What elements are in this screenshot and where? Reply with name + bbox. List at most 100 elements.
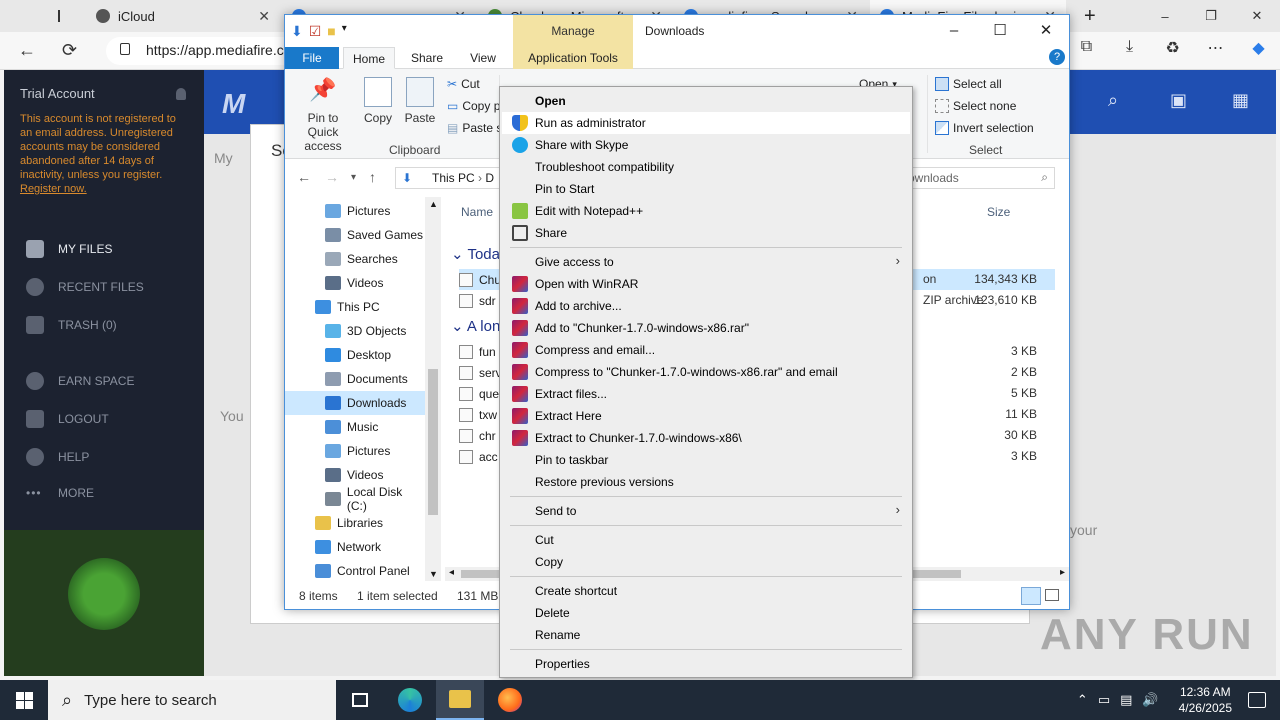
- task-view-icon[interactable]: [336, 680, 384, 720]
- up-arrow-icon[interactable]: ↑: [369, 169, 376, 185]
- start-button[interactable]: [0, 680, 48, 720]
- nav-item-videos[interactable]: Videos: [285, 271, 425, 295]
- nav-logout[interactable]: LOGOUT: [26, 410, 109, 428]
- address-bar[interactable]: https://app.mediafire.c: [106, 37, 306, 65]
- tab-close-icon[interactable]: ✕: [258, 8, 270, 25]
- menu-item-cut[interactable]: Cut: [502, 529, 910, 551]
- back-arrow-icon[interactable]: ←: [297, 169, 311, 185]
- tab-icloud[interactable]: iCloud ✕: [86, 0, 280, 32]
- menu-item-restore-previous-versions[interactable]: Restore previous versions: [502, 471, 910, 493]
- tab-actions-icon[interactable]: [48, 0, 70, 32]
- help-icon[interactable]: ?: [1049, 49, 1065, 65]
- menu-item-share[interactable]: Share: [502, 222, 910, 244]
- grid-view-icon[interactable]: ▦: [1232, 90, 1256, 114]
- forward-arrow-icon[interactable]: →: [325, 169, 339, 185]
- clock[interactable]: 12:36 AM 4/26/2025: [1179, 684, 1232, 716]
- nav-item-music[interactable]: Music: [285, 415, 425, 439]
- recent-locations-icon[interactable]: ▾: [351, 172, 356, 183]
- menu-item-copy[interactable]: Copy: [502, 551, 910, 573]
- scrollbar-thumb[interactable]: [428, 369, 438, 515]
- menu-item-edit-with-notepad[interactable]: Edit with Notepad++: [502, 200, 910, 222]
- menu-item-open[interactable]: Open: [502, 90, 910, 112]
- back-arrow-icon[interactable]: ←: [18, 40, 36, 61]
- new-tab-button[interactable]: +: [1074, 0, 1098, 32]
- nav-earn-space[interactable]: EARN SPACE: [26, 372, 134, 390]
- maximize-button[interactable]: ☐: [977, 15, 1023, 45]
- nav-my-files[interactable]: MY FILES: [26, 240, 112, 258]
- menu-item-share-with-skype[interactable]: Share with Skype: [502, 134, 910, 156]
- details-view-icon[interactable]: [1021, 587, 1041, 605]
- nav-item-downloads[interactable]: Downloads: [285, 391, 425, 415]
- path-downloads[interactable]: D: [485, 171, 494, 185]
- menu-item-run-as-administrator[interactable]: Run as administrator: [502, 112, 910, 134]
- menu-item-add-to-archive[interactable]: Add to archive...: [502, 295, 910, 317]
- menu-item-troubleshoot-compatibility[interactable]: Troubleshoot compatibility: [502, 156, 910, 178]
- search-box[interactable]: ownloads ⌕: [903, 167, 1055, 189]
- group-header[interactable]: ⌄ A lon: [451, 317, 500, 335]
- download-icon[interactable]: ⤓: [1108, 38, 1151, 58]
- menu-item-add-to-chunker-1-7-0-windows-x86-rar[interactable]: Add to "Chunker-1.7.0-windows-x86.rar": [502, 317, 910, 339]
- nav-item-saved-games[interactable]: Saved Games: [285, 223, 425, 247]
- new-folder-icon[interactable]: ▣: [1170, 90, 1194, 114]
- copy-button[interactable]: Copy: [361, 77, 395, 125]
- copilot-icon[interactable]: ◆: [1237, 38, 1280, 58]
- menu-item-give-access-to[interactable]: Give access to ›: [502, 251, 910, 273]
- nav-trash[interactable]: TRASH (0): [26, 316, 117, 334]
- menu-item-open-with-winrar[interactable]: Open with WinRAR: [502, 273, 910, 295]
- nav-item-searches[interactable]: Searches: [285, 247, 425, 271]
- search-icon[interactable]: ⌕: [1108, 90, 1132, 114]
- mediafire-logo[interactable]: M: [222, 88, 245, 120]
- nav-item-control-panel[interactable]: Control Panel: [285, 559, 425, 583]
- nav-more[interactable]: ••• MORE: [26, 486, 94, 500]
- nav-item-local-disk-c[interactable]: Local Disk (C:): [285, 485, 425, 513]
- tab-file[interactable]: File: [285, 47, 339, 69]
- paste-shortcut-button[interactable]: ▤ Paste s: [447, 121, 502, 135]
- firefox-icon[interactable]: [486, 680, 534, 720]
- tab-application-tools[interactable]: Application Tools: [513, 47, 633, 69]
- register-link[interactable]: Register now.: [20, 183, 87, 195]
- properties-icon[interactable]: ☑: [309, 23, 322, 40]
- nav-item-documents[interactable]: Documents: [285, 367, 425, 391]
- select-all-button[interactable]: Select all: [935, 77, 1002, 91]
- collections-icon[interactable]: ⧉: [1065, 38, 1108, 58]
- cut-button[interactable]: ✂ Cut: [447, 77, 480, 91]
- pin-quick-access-button[interactable]: 📌 Pin to Quick access: [291, 77, 355, 153]
- tab-home[interactable]: Home: [343, 47, 395, 69]
- chevron-up-icon[interactable]: ⌃: [1077, 692, 1088, 708]
- paste-button[interactable]: Paste: [403, 77, 437, 125]
- tab-view[interactable]: View: [461, 47, 505, 69]
- nav-pane-scrollbar[interactable]: ▲ ▼: [425, 197, 441, 581]
- minimize-button[interactable]: –: [931, 15, 977, 45]
- nav-recent-files[interactable]: RECENT FILES: [26, 278, 144, 296]
- minimize-button[interactable]: –: [1142, 0, 1188, 32]
- menu-item-extract-here[interactable]: Extract Here: [502, 405, 910, 427]
- nav-item-pictures[interactable]: Pictures: [285, 439, 425, 463]
- volume-icon[interactable]: 🔊: [1142, 692, 1158, 708]
- down-arrow-icon[interactable]: ⬇: [291, 23, 303, 40]
- path-this-pc[interactable]: This PC: [432, 171, 475, 185]
- new-folder-icon[interactable]: ■: [327, 23, 335, 40]
- nav-item-network[interactable]: Network: [285, 535, 425, 559]
- menu-item-compress-and-email[interactable]: Compress and email...: [502, 339, 910, 361]
- menu-item-properties[interactable]: Properties: [502, 653, 910, 675]
- profile-avatar[interactable]: [0, 0, 20, 32]
- bell-icon[interactable]: [176, 88, 186, 100]
- menu-item-send-to[interactable]: Send to ›: [502, 500, 910, 522]
- edge-icon[interactable]: [386, 680, 434, 720]
- restore-button[interactable]: ❐: [1188, 0, 1234, 32]
- tab-share[interactable]: Share: [405, 47, 449, 69]
- column-name-header[interactable]: Name: [461, 205, 493, 219]
- nav-item-desktop[interactable]: Desktop: [285, 343, 425, 367]
- menu-item-pin-to-taskbar[interactable]: Pin to taskbar: [502, 449, 910, 471]
- large-icons-view-icon[interactable]: [1045, 589, 1059, 601]
- menu-item-create-shortcut[interactable]: Create shortcut: [502, 580, 910, 602]
- file-explorer-icon[interactable]: [436, 680, 484, 720]
- invert-selection-button[interactable]: Invert selection: [935, 121, 1034, 135]
- column-size-header[interactable]: Size: [987, 205, 1010, 219]
- menu-item-compress-to-chunker-1-7-0-windows-x86-ra[interactable]: Compress to "Chunker-1.7.0-windows-x86.r…: [502, 361, 910, 383]
- more-menu-icon[interactable]: ⋯: [1194, 38, 1237, 58]
- nav-help[interactable]: HELP: [26, 448, 89, 466]
- menu-item-delete[interactable]: Delete: [502, 602, 910, 624]
- nav-item-this-pc[interactable]: This PC: [285, 295, 425, 319]
- close-button[interactable]: ✕: [1023, 15, 1069, 45]
